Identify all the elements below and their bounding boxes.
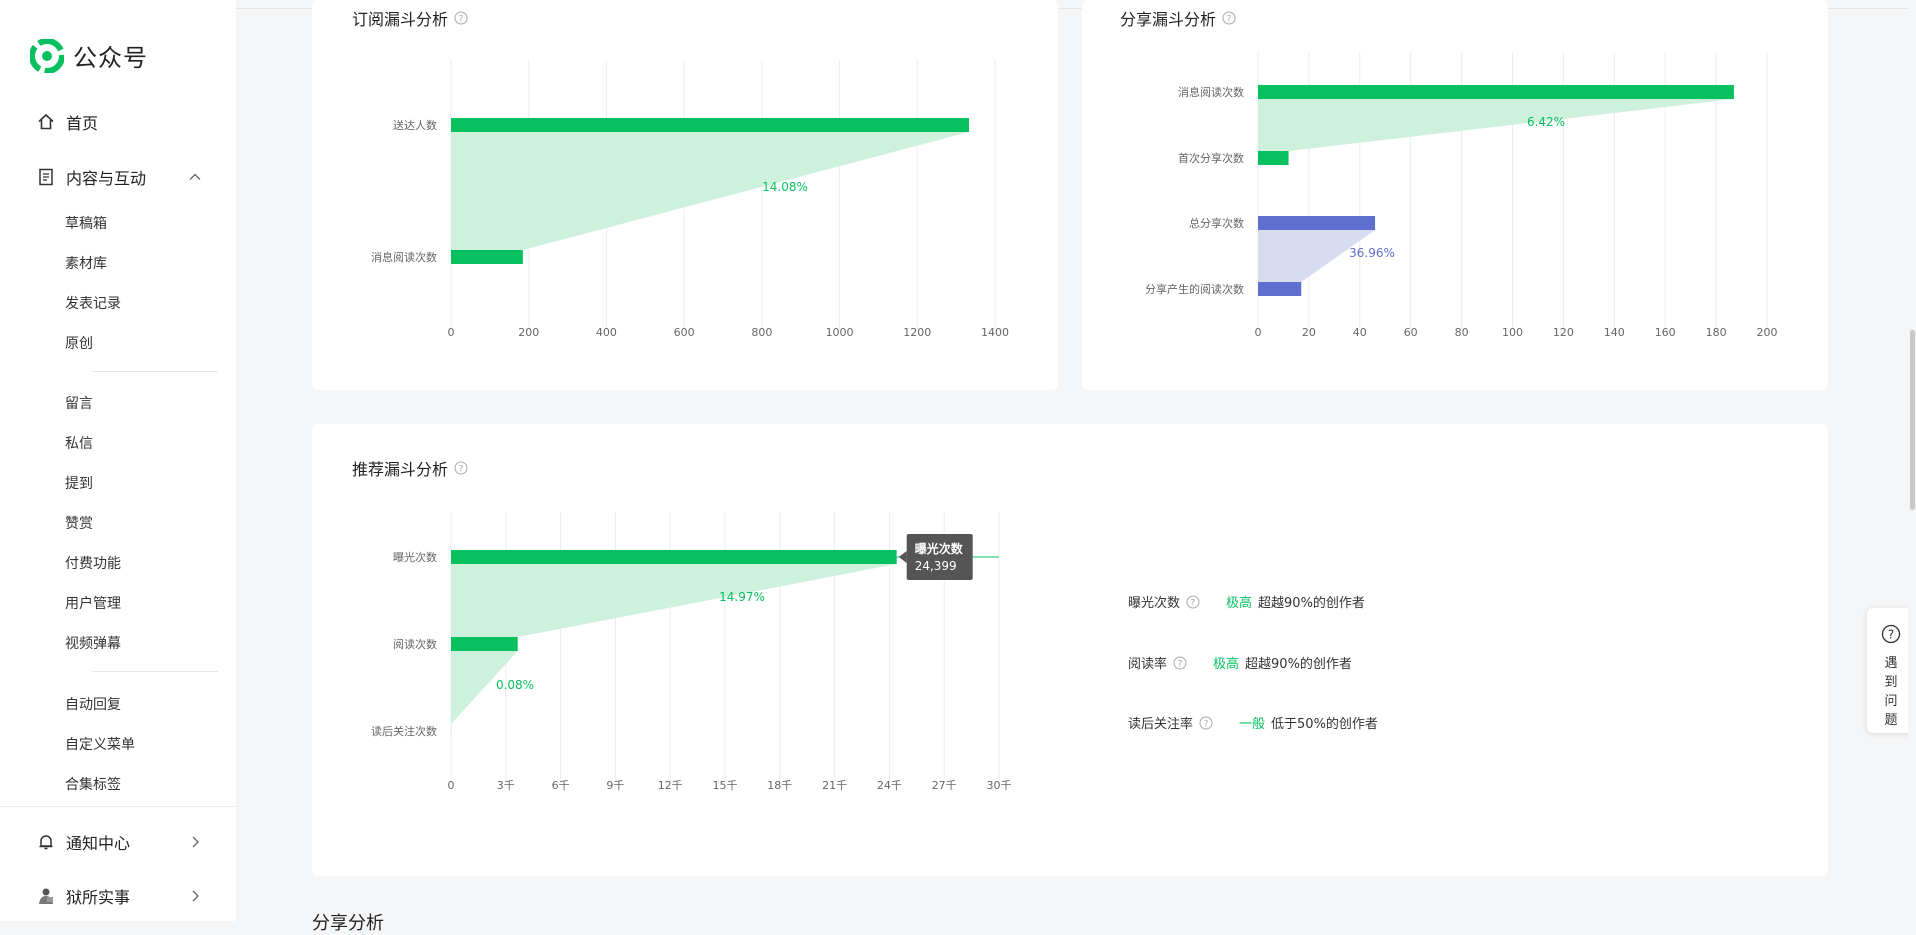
funnel-bar [1258, 216, 1375, 230]
svg-text:?: ? [1888, 628, 1894, 642]
funnel-bar [1258, 151, 1289, 165]
x-tick-label: 600 [674, 326, 695, 339]
x-tick-label: 21千 [822, 779, 847, 792]
x-tick-label: 15千 [713, 779, 738, 792]
x-tick-label: 400 [596, 326, 617, 339]
x-tick-label: 60 [1404, 326, 1418, 339]
funnel-conversion-area [451, 564, 897, 637]
tooltip-label: 曝光次数 [915, 541, 964, 556]
conversion-rate-label: 36.96% [1349, 246, 1395, 260]
conversion-rate-label: 0.08% [496, 678, 534, 692]
funnel-conversion-area [451, 132, 969, 250]
category-label: 送达人数 [393, 118, 437, 132]
x-tick-label: 120 [1553, 326, 1574, 339]
funnel-bar [451, 250, 523, 264]
x-tick-label: 3千 [497, 779, 515, 792]
conversion-rate-label: 6.42% [1527, 115, 1565, 129]
funnel-bar [1258, 282, 1301, 296]
x-tick-label: 180 [1706, 326, 1727, 339]
x-tick-label: 140 [1604, 326, 1625, 339]
tooltip-pointer [899, 551, 907, 563]
category-label: 曝光次数 [393, 550, 437, 564]
x-tick-label: 18千 [767, 779, 792, 792]
funnel-charts-layer: 020040060080010001200140014.08%送达人数消息阅读次… [0, 0, 1916, 921]
funnel-bar [451, 550, 897, 564]
help-float-label: 遇到问题 [1884, 654, 1898, 730]
x-tick-label: 1200 [903, 326, 931, 339]
x-tick-label: 0 [1255, 326, 1262, 339]
x-tick-label: 30千 [987, 779, 1012, 792]
category-label: 消息阅读次数 [371, 250, 437, 264]
funnel-bar [451, 637, 518, 651]
x-tick-label: 20 [1302, 326, 1316, 339]
x-tick-label: 0 [448, 779, 455, 792]
scrollbar-thumb[interactable] [1910, 330, 1915, 510]
x-tick-label: 24千 [877, 779, 902, 792]
conversion-rate-label: 14.97% [719, 590, 765, 604]
x-tick-label: 0 [448, 326, 455, 339]
x-tick-label: 1000 [826, 326, 854, 339]
category-label: 阅读次数 [393, 637, 437, 651]
category-label: 首次分享次数 [1178, 151, 1244, 165]
x-tick-label: 160 [1655, 326, 1676, 339]
question-icon: ? [1881, 624, 1901, 648]
x-tick-label: 12千 [658, 779, 683, 792]
x-tick-label: 9千 [606, 779, 624, 792]
x-tick-label: 80 [1455, 326, 1469, 339]
funnel-conversion-area [1258, 99, 1734, 151]
tooltip-box [907, 534, 973, 580]
category-label: 分享产生的阅读次数 [1145, 282, 1244, 296]
x-tick-label: 1400 [981, 326, 1009, 339]
tooltip-value: 24,399 [915, 559, 957, 573]
x-tick-label: 800 [751, 326, 772, 339]
x-tick-label: 6千 [552, 779, 570, 792]
category-label: 消息阅读次数 [1178, 85, 1244, 99]
category-label: 读后关注次数 [371, 724, 437, 738]
funnel-bar [1258, 85, 1734, 99]
funnel-bar [451, 118, 969, 132]
x-tick-label: 200 [1757, 326, 1778, 339]
x-tick-label: 40 [1353, 326, 1367, 339]
conversion-rate-label: 14.08% [762, 180, 808, 194]
category-label: 总分享次数 [1189, 216, 1244, 230]
x-tick-label: 27千 [932, 779, 957, 792]
x-tick-label: 200 [518, 326, 539, 339]
x-tick-label: 100 [1502, 326, 1523, 339]
